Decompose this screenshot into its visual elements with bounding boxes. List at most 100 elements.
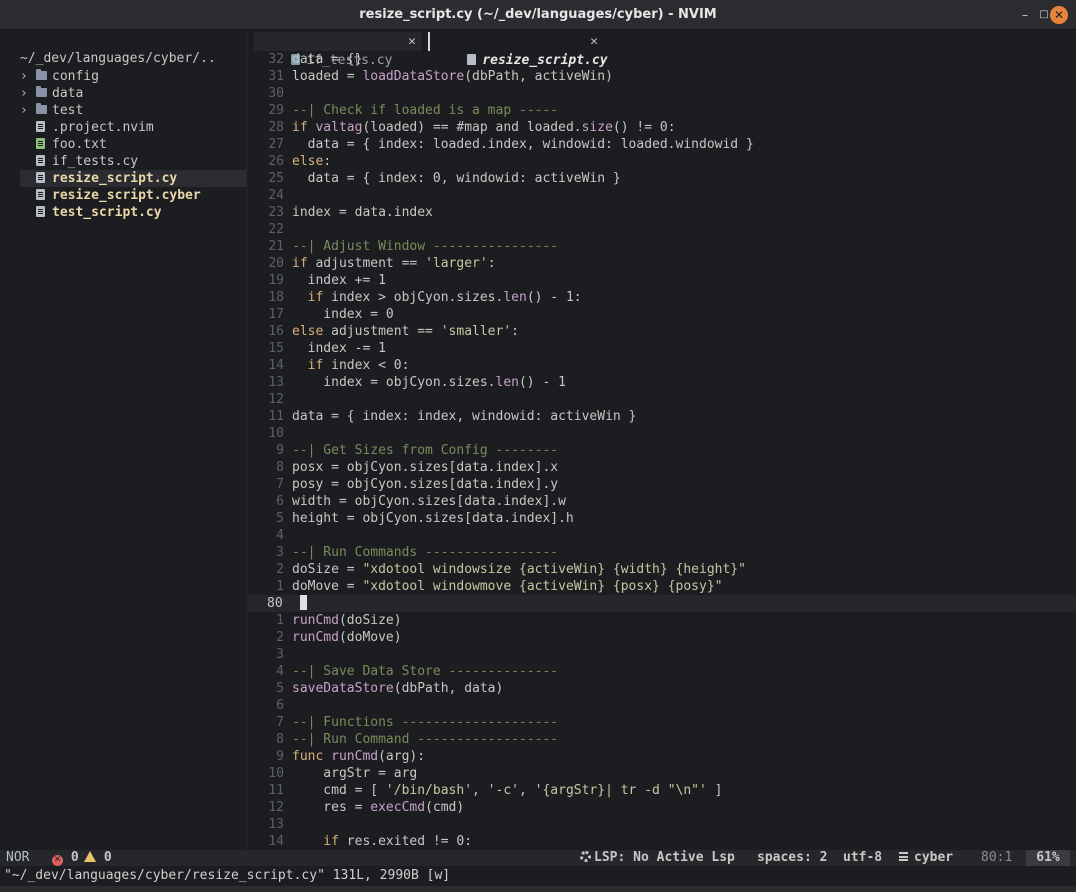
text-cursor <box>300 595 307 610</box>
code-line[interactable]: 11 data = { index: index, windowid: activ… <box>248 408 1076 425</box>
code-line[interactable]: 25 data = { index: 0, windowid: activeWi… <box>248 170 1076 187</box>
line-number: 28 <box>268 120 284 135</box>
file-icon <box>36 136 52 153</box>
code-line[interactable]: 5 saveDataStore(dbPath, data) <box>248 680 1076 697</box>
code-text: func runCmd(arg): <box>292 748 425 765</box>
code-text <box>300 595 307 612</box>
tree-file[interactable]: .project.nvim <box>20 119 246 136</box>
code-token: posy = objCyon.sizes[data.index].y <box>292 477 559 492</box>
code-text: if index > objCyon.sizes.len() - 1: <box>292 289 582 306</box>
code-line[interactable]: 17 index = 0 <box>248 306 1076 323</box>
code-line[interactable]: 14 if index < 0: <box>248 357 1076 374</box>
code-line[interactable]: 15 index -= 1 <box>248 340 1076 357</box>
gear-icon <box>580 851 591 862</box>
file-tree[interactable]: ~/_dev/languages/cyber/.. › config › data › t… <box>5 32 247 850</box>
code-line[interactable]: 3 <box>248 646 1076 663</box>
code-line[interactable]: 31 loaded = loadDataStore(dbPath, activeW… <box>248 68 1076 85</box>
code-line[interactable]: 80 <box>248 595 1076 612</box>
tab-close-icon[interactable]: ✕ <box>408 32 416 51</box>
code-line[interactable]: 3 --| Run Commands ----------------- <box>248 544 1076 561</box>
code-line[interactable]: 18 if index > objCyon.sizes.len() - 1: <box>248 289 1076 306</box>
tree-item-label: .project.nvim <box>52 120 154 135</box>
code-line[interactable]: 16 else adjustment == 'smaller': <box>248 323 1076 340</box>
tab-if-tests[interactable]: if_tests.cy ✕ <box>254 32 422 68</box>
code-line[interactable]: 1 runCmd(doSize) <box>248 612 1076 629</box>
code-line[interactable]: 5 height = objCyon.sizes[data.index].h <box>248 510 1076 527</box>
code-line[interactable]: 8 --| Run Command ------------------ <box>248 731 1076 748</box>
code-line[interactable]: 12 res = execCmd(cmd) <box>248 799 1076 816</box>
close-window-button[interactable]: ✕ <box>1050 6 1068 24</box>
code-line[interactable]: 30 <box>248 85 1076 102</box>
minimize-icon[interactable]: – <box>1017 7 1033 23</box>
code-line[interactable]: 6 <box>248 697 1076 714</box>
code-line[interactable]: 27 data = { index: loaded.index, windowi… <box>248 136 1076 153</box>
code-token: len <box>503 290 527 305</box>
code-text: if adjustment == 'larger': <box>292 255 496 272</box>
code-line[interactable]: 7 --| Functions -------------------- <box>248 714 1076 731</box>
code-line[interactable]: 8 posx = objCyon.sizes[data.index].x <box>248 459 1076 476</box>
code-text: width = objCyon.sizes[data.index].w <box>292 493 566 510</box>
chevron-right-icon: › <box>20 103 28 118</box>
code-token: (cmd) <box>425 800 465 815</box>
code-line[interactable]: 13 index = objCyon.sizes.len() - 1 <box>248 374 1076 391</box>
tree-item-label: test_script.cy <box>52 205 162 220</box>
tree-file[interactable]: resize_script.cyber <box>20 187 246 204</box>
code-line[interactable]: 4 --| Save Data Store -------------- <box>248 663 1076 680</box>
indent-setting: spaces: 2 <box>757 850 828 865</box>
code-text: index = 0 <box>292 306 393 323</box>
code-line[interactable]: 20 if adjustment == 'larger': <box>248 255 1076 272</box>
chevron-right-icon: › <box>20 86 28 101</box>
code-line[interactable]: 23 index = data.index <box>248 204 1076 221</box>
code-text: data = {} <box>292 51 362 68</box>
code-token: (doMove) <box>338 630 402 645</box>
tab-close-icon[interactable]: ✕ <box>590 32 598 51</box>
code-text: data = { index: index, windowid: activeW… <box>292 408 636 425</box>
code-line[interactable]: 6 width = objCyon.sizes[data.index].w <box>248 493 1076 510</box>
code-line[interactable]: 2 runCmd(doMove) <box>248 629 1076 646</box>
lsp-status: LSP: No Active Lsp <box>580 850 735 866</box>
scroll-percent: 61% <box>1026 850 1070 866</box>
code-line[interactable]: 4 <box>248 527 1076 544</box>
code-line[interactable]: 2 doSize = "xdotool windowsize {activeWin… <box>248 561 1076 578</box>
code-line[interactable]: 10 argStr = arg <box>248 765 1076 782</box>
code-line[interactable]: 32 data = {} <box>248 51 1076 68</box>
code-line[interactable]: 1 doMove = "xdotool windowmove {activeWin… <box>248 578 1076 595</box>
code-line[interactable]: 22 <box>248 221 1076 238</box>
code-line[interactable]: 24 <box>248 187 1076 204</box>
code-token: data = { index: loaded.index, windowid: … <box>292 137 754 152</box>
command-line[interactable]: "~/_dev/languages/cyber/resize_script.cy… <box>0 866 1076 886</box>
code-line[interactable]: 21 --| Adjust Window ---------------- <box>248 238 1076 255</box>
tree-folder[interactable]: › data <box>20 85 246 102</box>
tree-file[interactable]: if_tests.cy <box>20 153 246 170</box>
line-number: 2 <box>276 630 284 645</box>
line-number: 13 <box>268 375 284 390</box>
lsp-status-text: LSP: No Active Lsp <box>594 850 735 865</box>
tab-resize-script[interactable]: resize_script.cy ✕ <box>428 32 608 68</box>
code-line[interactable]: 26 else: <box>248 153 1076 170</box>
code-line[interactable]: 12 <box>248 391 1076 408</box>
code-token: : <box>511 324 519 339</box>
code-line[interactable]: 19 index += 1 <box>248 272 1076 289</box>
tree-folder[interactable]: › test <box>20 102 246 119</box>
code-text: posy = objCyon.sizes[data.index].y <box>292 476 558 493</box>
code-line[interactable]: 10 <box>248 425 1076 442</box>
code-line[interactable]: 13 <box>248 816 1076 833</box>
code-line[interactable]: 29 --| Check if loaded is a map ----- <box>248 102 1076 119</box>
code-token: (loaded) == #map and loaded. <box>362 120 582 135</box>
tree-file[interactable]: foo.txt <box>20 136 246 153</box>
code-line[interactable]: 28 if valtag(loaded) == #map and loaded.s… <box>248 119 1076 136</box>
file-icon <box>36 170 52 187</box>
line-number: 11 <box>268 409 284 424</box>
line-number: 10 <box>268 426 284 441</box>
tree-file[interactable]: resize_script.cy <box>20 170 246 187</box>
tree-file[interactable]: test_script.cy <box>20 204 246 221</box>
code-line[interactable]: 9 func runCmd(arg): <box>248 748 1076 765</box>
code-token: (arg): <box>378 749 426 764</box>
code-line[interactable]: 9 --| Get Sizes from Config -------- <box>248 442 1076 459</box>
code-line[interactable]: 14 if res.exited != 0: <box>248 833 1076 850</box>
code-line[interactable]: 11 cmd = [ '/bin/bash', '-c', '{argStr}|… <box>248 782 1076 799</box>
editor-buffer[interactable]: 32 data = {} 31 loaded = loadDataStore(dbPa… <box>248 51 1076 850</box>
code-line[interactable]: 7 posy = objCyon.sizes[data.index].y <box>248 476 1076 493</box>
tree-folder[interactable]: › config <box>20 68 246 85</box>
line-number: 12 <box>268 800 284 815</box>
